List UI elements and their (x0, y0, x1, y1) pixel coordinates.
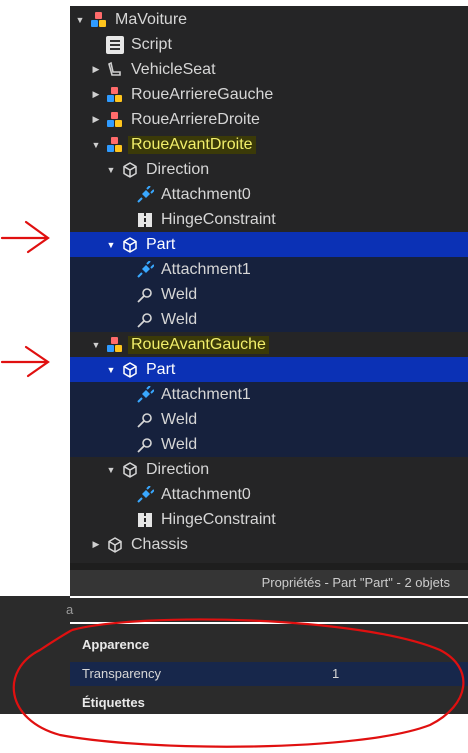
hinge-icon (136, 211, 154, 229)
model-icon (106, 111, 124, 129)
tree-item-label: Weld (161, 285, 198, 303)
tree-item-label: RoueAvantGauche (128, 335, 269, 354)
chevron-right-icon[interactable]: ▶ (90, 532, 102, 557)
annotation-arrow (0, 345, 50, 378)
tree-item-hingeconstraint[interactable]: HingeConstraint (70, 207, 468, 232)
weld-icon (136, 436, 154, 454)
tree-item-attachment1[interactable]: Attachment1 (70, 257, 468, 282)
tree-item-label: Weld (161, 410, 198, 428)
property-value[interactable]: 1 (332, 662, 339, 686)
tree-item-label: VehicleSeat (131, 60, 216, 78)
tree-item-script[interactable]: Script (70, 32, 468, 57)
attachment-icon (136, 185, 154, 204)
tree-item-label: Script (131, 35, 172, 53)
tree-item-attachment1[interactable]: Attachment1 (70, 382, 468, 407)
tree-item-hingeconstraint[interactable]: HingeConstraint (70, 507, 468, 532)
tree-item-attachment0[interactable]: Attachment0 (70, 182, 468, 207)
explorer-panel: ▼ MaVoiture Script ▶ VehicleSeat ▶ RoueA… (70, 6, 468, 563)
chevron-right-icon[interactable]: ▶ (90, 82, 102, 107)
script-icon (106, 35, 124, 54)
tree-item-rouearrieredroite[interactable]: ▶ RoueArriereDroite (70, 107, 468, 132)
tree-item-label: Weld (161, 310, 198, 328)
tree-item-label: Attachment1 (161, 385, 251, 403)
model-icon (90, 11, 108, 29)
model-icon (106, 136, 124, 154)
weld-icon (136, 286, 154, 304)
chevron-down-icon[interactable]: ▼ (74, 7, 86, 32)
category-appearance[interactable]: Apparence (82, 633, 149, 657)
tree-item-label: RoueArriereDroite (131, 110, 260, 128)
tree-item-label: Direction (146, 160, 210, 178)
property-row-transparency[interactable]: Transparency 1 (70, 662, 468, 686)
chevron-down-icon[interactable]: ▼ (105, 357, 117, 382)
properties-panel: Apparence Transparency 1 Étiquettes (70, 624, 468, 714)
attachment-icon (136, 385, 154, 404)
chevron-down-icon[interactable]: ▼ (105, 157, 117, 182)
tree-item-label: RoueAvantDroite (128, 135, 256, 154)
part-icon (121, 361, 139, 379)
weld-icon (136, 411, 154, 429)
tree-item-chassis[interactable]: ▶ Chassis (70, 532, 468, 557)
chevron-right-icon[interactable]: ▶ (90, 57, 102, 82)
properties-filter-input[interactable]: a (58, 598, 468, 622)
tree-item-part[interactable]: ▼ Part (70, 357, 468, 382)
part-icon (106, 536, 124, 554)
tree-item-weld[interactable]: Weld (70, 307, 468, 332)
panel-divider (70, 563, 468, 570)
tree-item-label: HingeConstraint (161, 510, 276, 528)
model-icon (106, 86, 124, 104)
chevron-down-icon[interactable]: ▼ (90, 132, 102, 157)
hinge-icon (136, 511, 154, 529)
tree-item-roueavantgauche[interactable]: ▼ RoueAvantGauche (70, 332, 468, 357)
annotation-arrow (0, 220, 50, 254)
tree-item-label: Weld (161, 435, 198, 453)
part-icon (121, 461, 139, 479)
tree-item-part[interactable]: ▼ Part (70, 232, 468, 257)
weld-icon (136, 311, 154, 329)
tree-item-label: Attachment1 (161, 260, 251, 278)
properties-title: Propriétés - Part "Part" - 2 objets (70, 570, 468, 596)
tree-item-label: MaVoiture (115, 10, 188, 28)
property-name: Transparency (82, 666, 161, 681)
tree-item-weld[interactable]: Weld (70, 282, 468, 307)
part-icon (121, 236, 139, 254)
tree-item-mavoiture[interactable]: ▼ MaVoiture (70, 7, 468, 32)
attachment-icon (136, 485, 154, 504)
tree-item-label: Chassis (131, 535, 188, 553)
tree-item-label: Attachment0 (161, 485, 251, 503)
part-icon (121, 161, 139, 179)
category-tags[interactable]: Étiquettes (82, 691, 145, 715)
chevron-down-icon[interactable]: ▼ (105, 457, 117, 482)
tree-item-rouearrieregauche[interactable]: ▶ RoueArriereGauche (70, 82, 468, 107)
tree-item-label: RoueArriereGauche (131, 85, 274, 103)
tree-item-roueavantdroite[interactable]: ▼ RoueAvantDroite (70, 132, 468, 157)
tree-item-label: Direction (146, 460, 210, 478)
chevron-down-icon[interactable]: ▼ (105, 232, 117, 257)
chevron-down-icon[interactable]: ▼ (90, 332, 102, 357)
tree-item-weld[interactable]: Weld (70, 407, 468, 432)
tree-item-attachment0[interactable]: Attachment0 (70, 482, 468, 507)
tree-item-direction[interactable]: ▼ Direction (70, 457, 468, 482)
attachment-icon (136, 260, 154, 279)
seat-icon (106, 61, 124, 79)
tree-item-label: Part (146, 235, 176, 253)
tree-item-label: Part (146, 360, 176, 378)
tree-item-weld[interactable]: Weld (70, 432, 468, 457)
model-icon (106, 336, 124, 354)
tree-item-label: Attachment0 (161, 185, 251, 203)
tree-item-vehicleseat[interactable]: ▶ VehicleSeat (70, 57, 468, 82)
chevron-right-icon[interactable]: ▶ (90, 107, 102, 132)
tree-item-direction[interactable]: ▼ Direction (70, 157, 468, 182)
tree-item-label: HingeConstraint (161, 210, 276, 228)
